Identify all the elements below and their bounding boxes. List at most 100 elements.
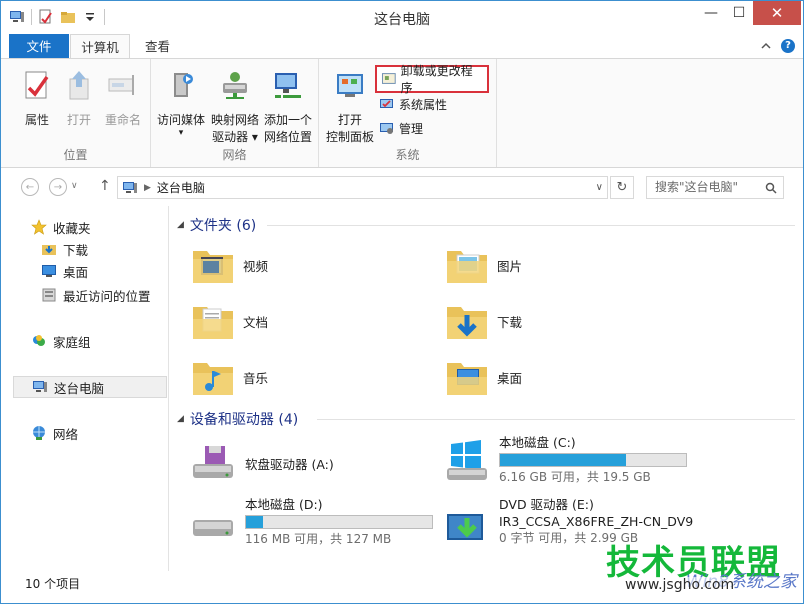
- system-properties-button[interactable]: 系统属性: [375, 93, 451, 115]
- collapse-arrow-icon[interactable]: ◢: [177, 220, 184, 230]
- navigation-pane: 收藏夹 下载 桌面 最近访问的位置 家庭组 这台电脑 网络: [1, 206, 169, 571]
- address-bar[interactable]: ▶ 这台电脑 ∨: [117, 176, 608, 199]
- tab-computer[interactable]: 计算机: [70, 34, 130, 59]
- drive-usage-bar: [245, 515, 433, 529]
- window-controls: — ☐ ✕: [697, 1, 801, 25]
- nav-label-this-pc: 这台电脑: [54, 380, 105, 396]
- watermark-url: www.jsgho.com: [625, 577, 735, 593]
- drive-volume-label: IR3_CCSA_X86FRE_ZH-CN_DV9: [499, 514, 694, 529]
- tab-view[interactable]: 查看: [133, 34, 182, 59]
- star-icon: [31, 219, 47, 235]
- refresh-button[interactable]: ↻: [610, 176, 634, 199]
- control-panel-label-2: 控制面板: [325, 130, 374, 144]
- folder-label: 音乐: [243, 370, 269, 386]
- folders-section-header[interactable]: ◢ 文件夹 (6): [177, 214, 256, 236]
- system-properties-icon: [380, 99, 393, 108]
- nav-item-downloads[interactable]: 下载: [1, 238, 167, 260]
- item-count: 10 个项目: [25, 577, 81, 591]
- drive-floppy-a[interactable]: 软盘驱动器 (A:): [189, 438, 334, 490]
- minimize-button[interactable]: —: [697, 1, 725, 25]
- up-button[interactable]: ↑: [99, 178, 111, 194]
- devices-section-header[interactable]: ◢ 设备和驱动器 (4): [177, 408, 298, 430]
- search-icon[interactable]: [765, 182, 777, 194]
- collapse-arrow-icon[interactable]: ◢: [177, 414, 184, 424]
- breadcrumb-separator[interactable]: ▶: [144, 183, 151, 193]
- map-network-drive-button[interactable]: 映射网络 驱动器 ▾: [207, 65, 263, 146]
- open-icon: [69, 71, 89, 100]
- nav-label-downloads: 下载: [63, 242, 89, 258]
- system-properties-label: 系统属性: [399, 97, 448, 112]
- folder-downloads[interactable]: 下载: [445, 294, 522, 348]
- maximize-button[interactable]: ☐: [725, 1, 753, 25]
- close-button[interactable]: ✕: [753, 1, 801, 25]
- folder-label: 文档: [243, 314, 269, 330]
- drive-free-space: 6.16 GB 可用，共 19.5 GB: [499, 470, 651, 484]
- drive-name: DVD 驱动器 (E:): [499, 497, 594, 512]
- rename-icon: [108, 75, 134, 95]
- content-pane: ◢ 文件夹 (6) 视频 图片 文档 下载 音乐 桌面 ◢ 设备和驱动器 (4)…: [171, 206, 803, 571]
- section-divider: [317, 419, 795, 420]
- help-icon[interactable]: ?: [781, 39, 795, 53]
- folder-desktop[interactable]: 桌面: [445, 350, 522, 404]
- drive-local-d[interactable]: 本地磁盘 (D:) 116 MB 可用，共 127 MB: [189, 496, 433, 548]
- computer-icon: [123, 181, 137, 193]
- folder-documents[interactable]: 文档: [191, 294, 268, 348]
- manage-icon: [380, 123, 393, 134]
- windows-drive-icon: [447, 440, 487, 480]
- open-control-panel-button[interactable]: 打开 控制面板: [323, 65, 377, 146]
- network-icon: [33, 426, 45, 440]
- manage-label: 管理: [399, 121, 424, 136]
- computer-icon: [33, 381, 47, 392]
- nav-label-favorites: 收藏夹: [53, 220, 91, 236]
- control-panel-label: 打开: [337, 113, 362, 127]
- address-toolbar: ← → ∨ ↑ ▶ 这台电脑 ∨ ↻ 搜索"这台电脑": [1, 173, 803, 201]
- uninstall-program-button[interactable]: 卸载或更改程序: [375, 64, 489, 95]
- watermark: 技术员联盟 Win8系统之家 www.jsgho.com: [551, 535, 801, 601]
- folder-videos[interactable]: 视频: [191, 238, 268, 292]
- breadcrumb-this-pc[interactable]: 这台电脑: [157, 179, 205, 196]
- group-label-network: 网络: [222, 148, 247, 162]
- access-media-button[interactable]: 访问媒体 ▾: [153, 65, 209, 138]
- control-panel-icon: [337, 74, 363, 97]
- nav-item-desktop[interactable]: 桌面: [1, 260, 167, 282]
- nav-item-homegroup[interactable]: 家庭组: [1, 330, 167, 352]
- uninstall-label: 卸载或更改程序: [400, 64, 473, 95]
- nav-label-desktop: 桌面: [63, 264, 89, 280]
- back-button[interactable]: ←: [21, 178, 39, 196]
- documents-folder-icon: [193, 307, 233, 339]
- folder-pictures[interactable]: 图片: [445, 238, 522, 292]
- collapse-ribbon-icon[interactable]: [761, 41, 771, 51]
- ribbon-group-system: 打开 控制面板 卸载或更改程序 系统属性 管理 系统: [319, 59, 497, 167]
- nav-label-homegroup: 家庭组: [53, 334, 91, 350]
- rename-button[interactable]: 重命名: [97, 65, 149, 129]
- downloads-folder-icon: [447, 307, 487, 339]
- videos-folder-icon: [193, 251, 233, 283]
- manage-button[interactable]: 管理: [375, 117, 427, 139]
- drive-usage-bar: [499, 453, 687, 467]
- drive-local-c[interactable]: 本地磁盘 (C:) 6.16 GB 可用，共 19.5 GB: [443, 434, 687, 486]
- forward-button[interactable]: →: [49, 178, 67, 196]
- search-placeholder: 搜索"这台电脑": [655, 180, 739, 194]
- nav-item-favorites[interactable]: 收藏夹: [1, 216, 167, 238]
- search-input[interactable]: 搜索"这台电脑": [646, 176, 784, 199]
- folders-header-label: 文件夹 (6): [189, 218, 257, 234]
- ribbon-group-network: 访问媒体 ▾ 映射网络 驱动器 ▾ 添加一个 网络位置 网络: [151, 59, 319, 167]
- recent-locations-dropdown[interactable]: ∨: [71, 181, 78, 191]
- nav-item-this-pc[interactable]: 这台电脑: [13, 376, 167, 398]
- access-media-label: 访问媒体: [156, 113, 205, 127]
- nav-item-network[interactable]: 网络: [1, 422, 167, 444]
- nav-item-recent-places[interactable]: 最近访问的位置: [1, 284, 167, 306]
- ribbon-tabs: 文件 计算机 查看: [1, 34, 803, 59]
- add-network-location-button[interactable]: 添加一个 网络位置: [259, 65, 317, 146]
- section-divider: [267, 225, 795, 226]
- address-dropdown[interactable]: ∨: [596, 182, 603, 193]
- nav-label-network: 网络: [53, 426, 79, 442]
- tab-file[interactable]: 文件: [9, 34, 69, 59]
- folder-music[interactable]: 音乐: [191, 350, 268, 404]
- recent-places-icon: [42, 288, 56, 302]
- programs-icon: [381, 73, 396, 84]
- folder-label: 视频: [243, 258, 269, 274]
- homegroup-icon: [33, 335, 45, 346]
- access-media-dropdown: ▾: [178, 128, 184, 138]
- window-title: 这台电脑: [374, 12, 430, 28]
